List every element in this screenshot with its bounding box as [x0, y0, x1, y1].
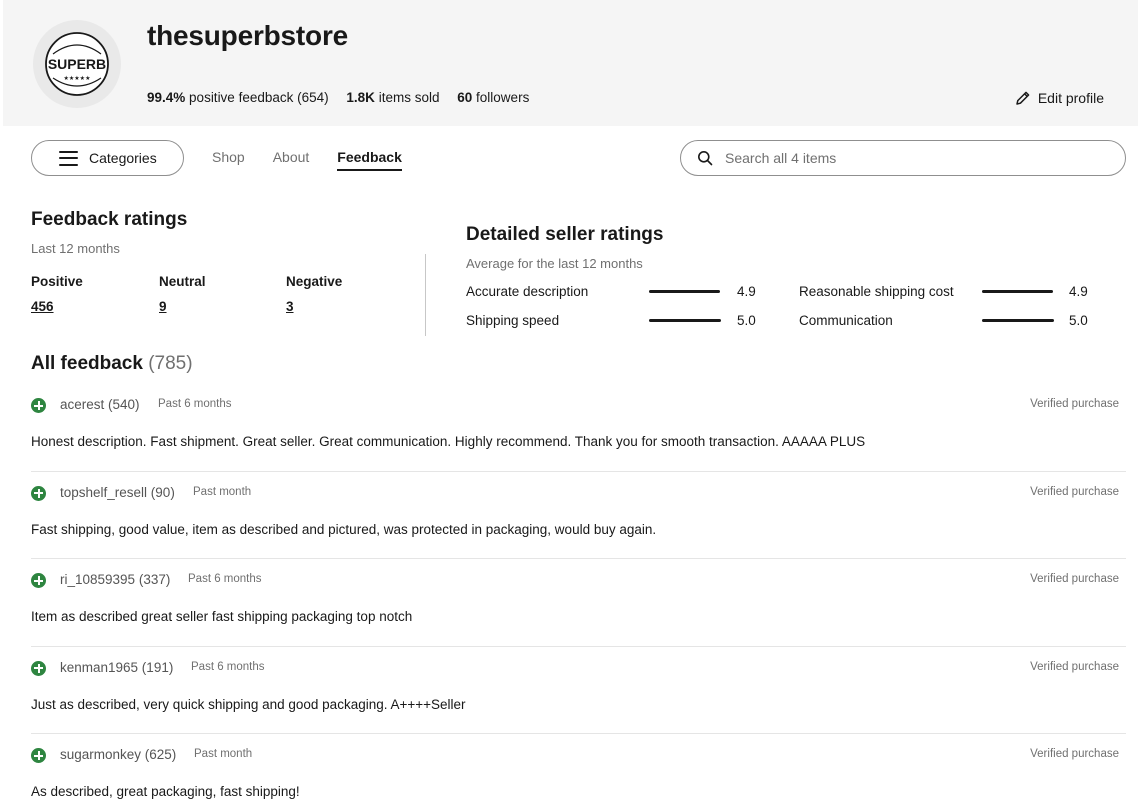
feedback-comment: Fast shipping, good value, item as descr…: [31, 521, 657, 537]
dsr-label-shipping-speed: Shipping speed: [466, 313, 560, 328]
positive-rating-icon: [31, 573, 46, 588]
negative-label: Negative: [286, 274, 343, 289]
feedback-list: acerest (540) Past 6 months Verified pur…: [31, 384, 1126, 809]
dsr-bar-communication: [982, 319, 1054, 322]
neutral-count-link[interactable]: 9: [159, 299, 206, 314]
feedback-user[interactable]: kenman1965 (191): [60, 660, 173, 675]
dsr-score-shipping-speed: 5.0: [737, 313, 756, 328]
feedback-user[interactable]: acerest (540): [60, 397, 140, 412]
store-search: [680, 140, 1126, 176]
dsr-subtitle: Average for the last 12 months: [466, 256, 643, 271]
edit-profile-button[interactable]: Edit profile: [1015, 90, 1104, 106]
dsr-title: Detailed seller ratings: [466, 224, 664, 245]
feedback-item: kenman1965 (191) Past 6 months Verified …: [31, 647, 1126, 734]
dsr-bar-shipping-cost: [982, 290, 1053, 293]
feedback-ratings-title: Feedback ratings: [31, 209, 188, 230]
positive-count-link[interactable]: 456: [31, 299, 83, 314]
feedback-comment: As described, great packaging, fast ship…: [31, 784, 300, 799]
dsr-score-accurate-description: 4.9: [737, 284, 756, 299]
store-name[interactable]: thesuperbstore: [147, 20, 348, 52]
negative-count-link[interactable]: 3: [286, 299, 342, 314]
feedback-item: topshelf_resell (90) Past month Verified…: [31, 472, 1126, 559]
hamburger-icon: [59, 150, 78, 166]
feedback-comment: Honest description. Fast shipment. Great…: [31, 434, 866, 449]
logo-text: SUPERB: [48, 56, 106, 72]
feedback-comment: Item as described great seller fast ship…: [31, 609, 413, 624]
dsr-bar-shipping-speed: [649, 319, 721, 322]
categories-button[interactable]: Categories: [31, 140, 184, 176]
neutral-rating: Neutral 9: [159, 274, 206, 314]
verified-purchase-label: Verified purchase: [1030, 660, 1119, 673]
items-sold-value: 1.8K: [346, 90, 375, 105]
positive-feedback-pct: 99.4%: [147, 90, 186, 105]
search-icon: [698, 151, 713, 166]
positive-feedback-stat[interactable]: 99.4% positive feedback (654): [147, 90, 329, 105]
pencil-icon: [1016, 91, 1030, 105]
feedback-item: sugarmonkey (625) Past month Verified pu…: [31, 734, 1126, 809]
feedback-comment: Just as described, very quick shipping a…: [31, 696, 466, 712]
dsr-score-communication: 5.0: [1069, 313, 1088, 328]
ratings-divider: [425, 254, 426, 336]
all-feedback-count: (785): [148, 353, 193, 374]
feedback-user[interactable]: topshelf_resell (90): [60, 485, 175, 500]
verified-purchase-label: Verified purchase: [1030, 573, 1119, 585]
followers-label: followers: [476, 90, 530, 105]
logo-stars: ★★★★★: [64, 75, 91, 82]
feedback-time: Past 6 months: [188, 573, 262, 585]
feedback-item: ri_10859395 (337) Past 6 months Verified…: [31, 559, 1126, 647]
feedback-user[interactable]: ri_10859395 (337): [60, 572, 170, 587]
store-header: SUPERB ★★★★★ thesuperbstore 99.4% positi…: [3, 0, 1138, 126]
tab-shop[interactable]: Shop: [212, 149, 245, 171]
verified-purchase-label: Verified purchase: [1030, 398, 1119, 410]
verified-purchase-label: Verified purchase: [1030, 748, 1119, 760]
positive-rating-icon: [31, 748, 46, 763]
feedback-time: Past 6 months: [158, 398, 232, 410]
edit-profile-label: Edit profile: [1037, 90, 1104, 106]
store-logo[interactable]: SUPERB ★★★★★: [33, 20, 121, 108]
store-tabs: Shop About Feedback: [212, 149, 430, 171]
positive-feedback-label: positive feedback (654): [189, 90, 329, 105]
negative-rating: Negative 3: [286, 274, 342, 314]
dsr-bar-accurate-description: [649, 290, 720, 293]
positive-label: Positive: [31, 274, 83, 289]
search-input[interactable]: [725, 150, 1085, 166]
feedback-user[interactable]: sugarmonkey (625): [60, 747, 176, 762]
superb-logo-icon: SUPERB ★★★★★: [45, 32, 109, 96]
feedback-time: Past month: [194, 748, 253, 760]
positive-rating-icon: [31, 398, 46, 413]
positive-rating: Positive 456: [31, 274, 83, 314]
all-feedback-label: All feedback: [31, 353, 143, 374]
positive-rating-icon: [31, 660, 46, 676]
all-feedback-title: All feedback (785): [31, 353, 193, 375]
dsr-label-communication: Communication: [799, 313, 893, 328]
positive-rating-icon: [31, 485, 46, 501]
followers-value: 60: [457, 90, 473, 105]
tab-about[interactable]: About: [273, 149, 310, 171]
dsr-score-shipping-cost: 4.9: [1069, 284, 1088, 299]
dsr-label-accurate-description: Accurate description: [466, 284, 589, 299]
feedback-item: acerest (540) Past 6 months Verified pur…: [31, 384, 1126, 472]
items-sold-label: items sold: [378, 90, 440, 105]
verified-purchase-label: Verified purchase: [1030, 485, 1119, 498]
dsr-label-shipping-cost: Reasonable shipping cost: [799, 284, 954, 299]
tab-feedback[interactable]: Feedback: [337, 149, 402, 171]
feedback-time: Past month: [193, 485, 252, 498]
items-sold-stat: 1.8K items sold: [346, 90, 439, 105]
followers-stat[interactable]: 60 followers: [457, 90, 529, 105]
feedback-time: Past 6 months: [191, 660, 265, 673]
feedback-ratings-subtitle: Last 12 months: [31, 241, 120, 256]
categories-label: Categories: [89, 150, 157, 166]
neutral-label: Neutral: [159, 274, 206, 289]
store-stats: 99.4% positive feedback (654) 1.8K items…: [147, 90, 543, 105]
